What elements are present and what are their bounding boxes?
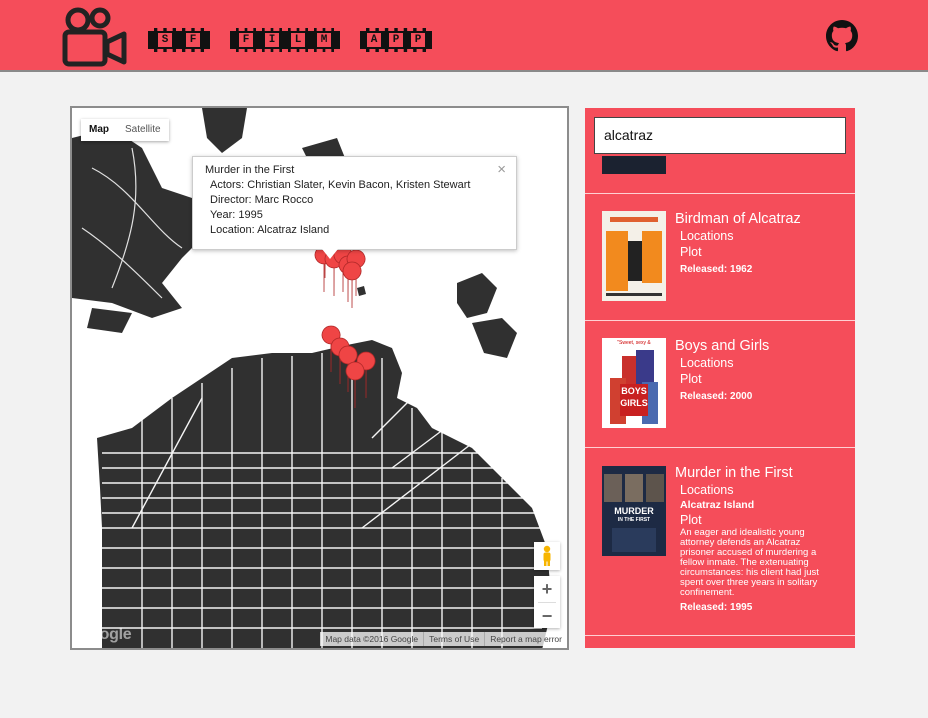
search-input[interactable]: alcatraz: [594, 117, 846, 154]
street-view-pegman-icon[interactable]: [534, 542, 560, 570]
poster-title-line: GIRLS: [620, 398, 648, 408]
movie-poster: [602, 211, 666, 301]
poster-title-line: BOYS: [621, 386, 647, 396]
release-year: Released: 1962: [680, 264, 753, 275]
info-year: Year: 1995: [210, 209, 263, 221]
poster-art: [602, 338, 666, 428]
result-card-body: Boys and Girls Locations Plot Released: …: [675, 338, 850, 403]
plot-link[interactable]: Plot: [675, 244, 850, 260]
terms-of-use-link[interactable]: Terms of Use: [423, 632, 484, 646]
results-panel[interactable]: alcatraz Birdman of Alcatraz Locations P…: [585, 108, 855, 648]
app-header: SF FILM APP: [0, 0, 928, 72]
movie-title[interactable]: Boys and Girls: [675, 338, 850, 355]
title-letter: M: [317, 33, 331, 47]
poster-title-line: IN THE FIRST: [617, 517, 651, 523]
movie-title[interactable]: Birdman of Alcatraz: [675, 211, 850, 228]
movie-poster: [602, 156, 666, 174]
poster-title-line: MURDER: [614, 506, 654, 516]
result-card[interactable]: Birdman of Alcatraz Locations Plot Relea…: [585, 194, 855, 319]
title-letter: P: [389, 33, 403, 47]
info-actors: Actors: Christian Slater, Kevin Bacon, K…: [210, 179, 471, 191]
title-letter: L: [291, 33, 305, 47]
movie-poster: "Sweet, sexy & BOYS GIRLS: [602, 338, 666, 428]
map-data-credit: Map data ©2016 Google: [325, 634, 419, 644]
zoom-in-button[interactable]: +: [534, 576, 560, 602]
map-marker: [342, 261, 362, 309]
plot-link[interactable]: Plot: [675, 512, 850, 528]
map-type-map-button[interactable]: Map: [81, 119, 117, 141]
movie-title[interactable]: Murder in the First: [675, 465, 850, 482]
close-icon[interactable]: ×: [497, 162, 506, 177]
movie-poster: MURDER IN THE FIRST: [602, 466, 666, 556]
info-director: Director: Marc Rocco: [210, 194, 314, 206]
app-title[interactable]: SF FILM APP: [148, 28, 452, 52]
poster-tagline: "Sweet, sexy &: [617, 340, 651, 346]
result-card[interactable]: MURDER IN THE FIRST Murder in the First …: [585, 448, 855, 634]
location-item[interactable]: Alcatraz Island: [675, 498, 850, 512]
divider: [585, 635, 855, 636]
result-card-body: Birdman of Alcatraz Locations Plot Relea…: [675, 211, 850, 276]
map-type-control: Map Satellite: [81, 119, 169, 141]
title-letter: F: [186, 33, 200, 47]
title-letter: I: [265, 33, 279, 47]
release-year: Released: 1995: [680, 602, 753, 613]
github-icon[interactable]: [826, 20, 858, 52]
title-letter: P: [411, 33, 425, 47]
report-map-error-link[interactable]: Report a map error: [484, 632, 567, 646]
map-attribution: Map data ©2016 Google Terms of Use Repor…: [320, 632, 567, 646]
result-card[interactable]: "Sweet, sexy & BOYS GIRLS Boys and Girls…: [585, 321, 855, 446]
title-word-film: FILM: [230, 28, 340, 52]
info-title: Murder in the First: [205, 164, 295, 176]
locations-link[interactable]: Locations: [675, 355, 850, 371]
google-logo[interactable]: Google: [78, 626, 132, 644]
plot-link[interactable]: Plot: [675, 371, 850, 387]
plot-text: An eager and idealistic young attorney d…: [680, 527, 819, 598]
locations-link[interactable]: Locations: [675, 482, 850, 498]
release-year: Released: 2000: [680, 391, 753, 402]
title-letter: S: [158, 33, 172, 47]
zoom-control: + −: [534, 576, 560, 628]
locations-link[interactable]: Locations: [675, 228, 850, 244]
title-word-sf: SF: [148, 28, 210, 52]
info-location: Location: Alcatraz Island: [210, 224, 330, 236]
title-letter: A: [367, 33, 381, 47]
result-card-body: Murder in the First Locations Alcatraz I…: [675, 465, 850, 614]
zoom-out-button[interactable]: −: [534, 603, 560, 629]
map-view[interactable]: Map Satellite × Murder in the First Acto…: [70, 106, 569, 650]
map-type-satellite-button[interactable]: Satellite: [117, 119, 169, 141]
film-camera-icon[interactable]: [60, 4, 130, 70]
map-info-window: × Murder in the First Actors: Christian …: [192, 156, 517, 250]
info-window-pointer: [322, 249, 338, 259]
title-letter: F: [239, 33, 253, 47]
title-word-app: APP: [360, 28, 432, 52]
